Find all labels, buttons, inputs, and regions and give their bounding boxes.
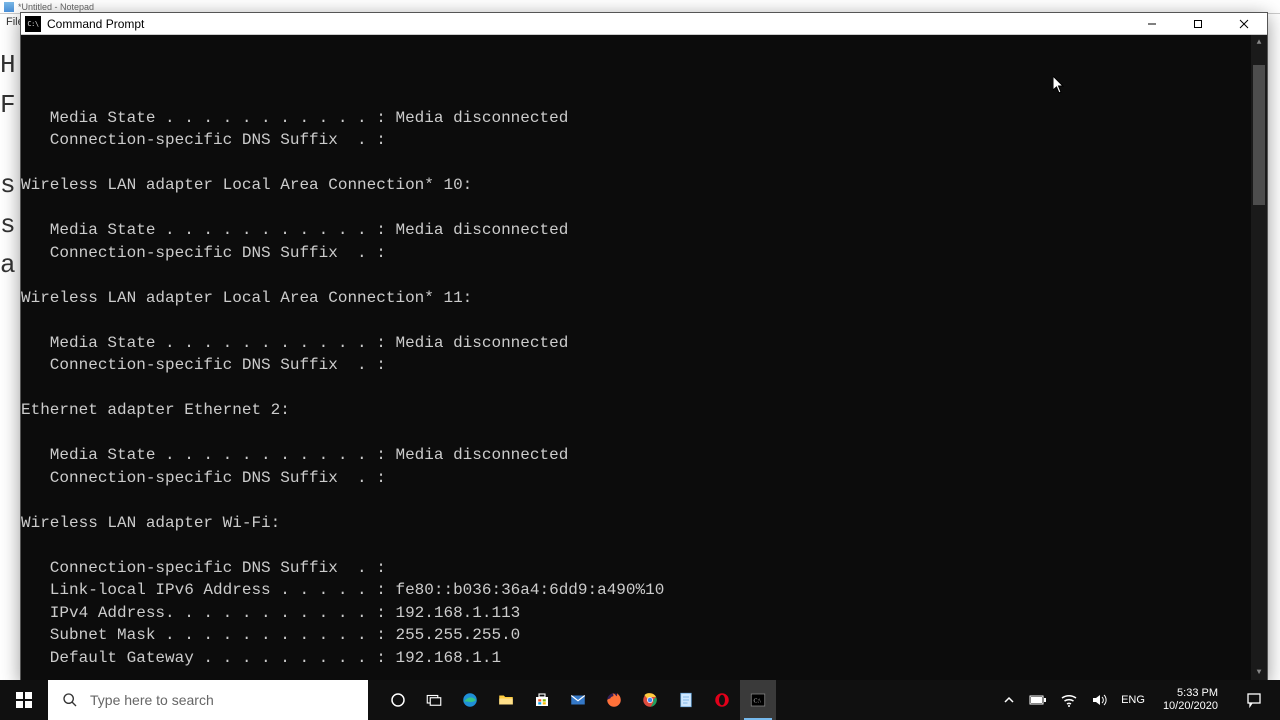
tray-volume[interactable] <box>1089 680 1109 720</box>
terminal-line: Connection-specific DNS Suffix . : <box>21 354 1267 377</box>
chrome-app[interactable] <box>632 680 668 720</box>
search-placeholder: Type here to search <box>90 692 214 708</box>
cortana-icon <box>389 691 407 709</box>
terminal-output[interactable]: Media State . . . . . . . . . . . : Medi… <box>21 35 1267 681</box>
terminal-line: Media State . . . . . . . . . . . : Medi… <box>21 332 1267 355</box>
terminal-line: Default Gateway . . . . . . . . . : 192.… <box>21 647 1267 670</box>
action-center-button[interactable] <box>1234 692 1274 708</box>
scroll-up-arrow[interactable]: ▲ <box>1251 35 1267 51</box>
terminal-line: Connection-specific DNS Suffix . : <box>21 242 1267 265</box>
volume-icon <box>1091 693 1107 707</box>
taskbar: Type here to search <box>0 680 1280 720</box>
firefox-app[interactable] <box>596 680 632 720</box>
terminal-line: Wireless LAN adapter Wi-Fi: <box>21 512 1267 535</box>
terminal-line <box>21 264 1267 287</box>
terminal-line: Subnet Mask . . . . . . . . . . . : 255.… <box>21 624 1267 647</box>
window-control-buttons <box>1129 13 1267 34</box>
window-title: Command Prompt <box>47 17 1129 31</box>
tray-clock[interactable]: 5:33 PM 10/20/2020 <box>1157 687 1224 713</box>
notepad-taskbar-icon <box>677 691 695 709</box>
tray-wifi[interactable] <box>1059 680 1079 720</box>
terminal-line: Wireless LAN adapter Local Area Connecti… <box>21 287 1267 310</box>
cmd-icon <box>25 16 41 32</box>
notification-icon <box>1246 692 1262 708</box>
close-button[interactable] <box>1221 13 1267 34</box>
notepad-icon <box>4 2 14 12</box>
taskbar-search[interactable]: Type here to search <box>48 680 368 720</box>
scroll-thumb[interactable] <box>1253 65 1265 205</box>
clock-date: 10/20/2020 <box>1163 700 1218 713</box>
terminal-line: Ethernet adapter Ethernet 2: <box>21 399 1267 422</box>
terminal-line: IPv4 Address. . . . . . . . . . . : 192.… <box>21 602 1267 625</box>
chrome-icon <box>641 691 659 709</box>
terminal-line: Connection-specific DNS Suffix . : <box>21 467 1267 490</box>
minimize-button[interactable] <box>1129 13 1175 34</box>
notepad-title-text: *Untitled - Notepad <box>18 2 94 12</box>
store-app[interactable] <box>524 680 560 720</box>
wifi-icon <box>1061 693 1077 707</box>
search-icon <box>62 692 78 708</box>
command-prompt-app[interactable]: C:\ <box>740 680 776 720</box>
system-tray: ENG 5:33 PM 10/20/2020 <box>1001 680 1280 720</box>
terminal-scrollbar[interactable]: ▲ ▼ <box>1251 35 1267 681</box>
terminal-line <box>21 377 1267 400</box>
edge-app[interactable] <box>452 680 488 720</box>
taskbar-pinned-apps: C:\ <box>380 680 776 720</box>
svg-text:C:\: C:\ <box>754 698 762 704</box>
mail-icon <box>569 691 587 709</box>
cmd-taskbar-icon: C:\ <box>749 691 767 709</box>
firefox-icon <box>605 691 623 709</box>
terminal-line <box>21 197 1267 220</box>
clock-time: 5:33 PM <box>1163 687 1218 700</box>
language-indicator: ENG <box>1121 694 1145 706</box>
terminal-line: Media State . . . . . . . . . . . : Medi… <box>21 107 1267 130</box>
cortana-button[interactable] <box>380 680 416 720</box>
terminal-line <box>21 152 1267 175</box>
notepad-content-partial: H F s s a <box>0 45 16 285</box>
start-button[interactable] <box>0 680 48 720</box>
store-icon <box>533 691 551 709</box>
terminal-line: Connection-specific DNS Suffix . : <box>21 129 1267 152</box>
terminal-line: Wireless LAN adapter Local Area Connecti… <box>21 174 1267 197</box>
tray-battery[interactable] <box>1027 680 1049 720</box>
tray-chevron-up[interactable] <box>1001 680 1017 720</box>
folder-icon <box>497 691 515 709</box>
edge-icon <box>461 691 479 709</box>
terminal-line <box>21 309 1267 332</box>
task-view-button[interactable] <box>416 680 452 720</box>
opera-app[interactable] <box>704 680 740 720</box>
windows-logo-icon <box>16 692 32 708</box>
file-explorer-app[interactable] <box>488 680 524 720</box>
notepad-app[interactable] <box>668 680 704 720</box>
mail-app[interactable] <box>560 680 596 720</box>
terminal-line: Media State . . . . . . . . . . . : Medi… <box>21 444 1267 467</box>
command-prompt-window: Command Prompt Media State . . . . . . .… <box>20 12 1268 682</box>
tray-language[interactable]: ENG <box>1119 680 1147 720</box>
opera-icon <box>713 691 731 709</box>
terminal-line: Media State . . . . . . . . . . . : Medi… <box>21 219 1267 242</box>
terminal-line <box>21 84 1267 107</box>
terminal-line <box>21 534 1267 557</box>
maximize-button[interactable] <box>1175 13 1221 34</box>
task-view-icon <box>425 691 443 709</box>
chevron-up-icon <box>1003 694 1015 706</box>
terminal-line: Connection-specific DNS Suffix . : <box>21 557 1267 580</box>
terminal-line <box>21 422 1267 445</box>
window-titlebar[interactable]: Command Prompt <box>21 13 1267 35</box>
scroll-down-arrow[interactable]: ▼ <box>1251 665 1267 681</box>
terminal-line: Link-local IPv6 Address . . . . . : fe80… <box>21 579 1267 602</box>
terminal-line <box>21 489 1267 512</box>
battery-icon <box>1029 694 1047 706</box>
